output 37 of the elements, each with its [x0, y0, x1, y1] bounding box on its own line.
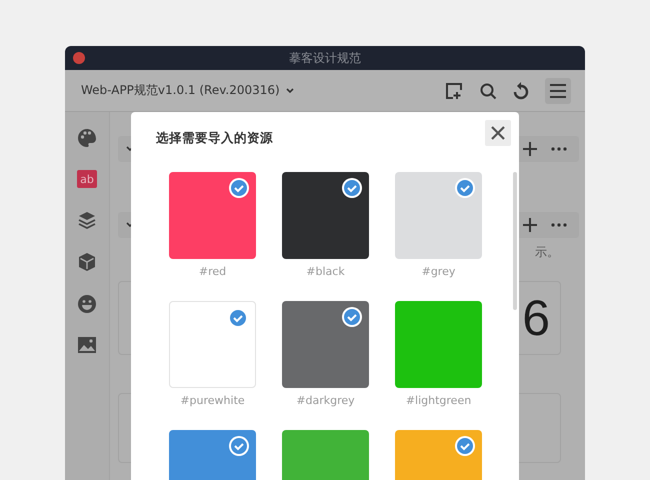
add-frame-icon[interactable] — [445, 82, 463, 100]
dialog-title: 选择需要导入的资源 — [156, 130, 273, 147]
text-style-badge[interactable]: ab — [77, 170, 97, 188]
search-icon[interactable] — [479, 82, 497, 100]
number-text: 6 — [522, 289, 550, 347]
swatch-label: #darkgrey — [296, 394, 355, 408]
scrollbar[interactable] — [513, 172, 517, 310]
image-icon[interactable] — [77, 336, 97, 354]
color-swatch[interactable] — [282, 301, 369, 388]
swatch-label: #black — [306, 265, 345, 279]
color-swatch[interactable] — [395, 172, 482, 259]
close-button[interactable] — [485, 120, 511, 146]
swatch-label: #grey — [422, 265, 456, 279]
plus-icon[interactable] — [523, 218, 537, 232]
close-dot[interactable] — [73, 52, 85, 64]
refresh-icon[interactable] — [513, 82, 529, 100]
layers-icon[interactable] — [77, 210, 97, 230]
caret-icon — [286, 88, 294, 94]
smiley-icon[interactable] — [77, 294, 97, 314]
palette-icon[interactable] — [77, 128, 97, 148]
color-swatch[interactable] — [169, 172, 256, 259]
color-swatch[interactable] — [395, 301, 482, 388]
menu-icon — [550, 84, 566, 98]
menu-button[interactable] — [545, 78, 571, 104]
project-dropdown[interactable]: Web-APP规范v1.0.1 (Rev.200316) — [81, 82, 294, 99]
window-title: 摹客设计规范 — [289, 50, 361, 66]
color-swatch[interactable] — [169, 301, 256, 388]
close-icon — [491, 126, 505, 140]
cube-icon[interactable] — [77, 252, 97, 272]
color-swatch[interactable] — [282, 172, 369, 259]
description-text: 示。 — [535, 244, 559, 261]
more-icon[interactable] — [551, 147, 567, 151]
swatch-label: #purewhite — [180, 394, 245, 408]
plus-icon[interactable] — [523, 142, 537, 156]
more-icon[interactable] — [551, 223, 567, 227]
swatch-label: #red — [198, 265, 226, 279]
swatch-label: #lightgreen — [406, 394, 472, 408]
